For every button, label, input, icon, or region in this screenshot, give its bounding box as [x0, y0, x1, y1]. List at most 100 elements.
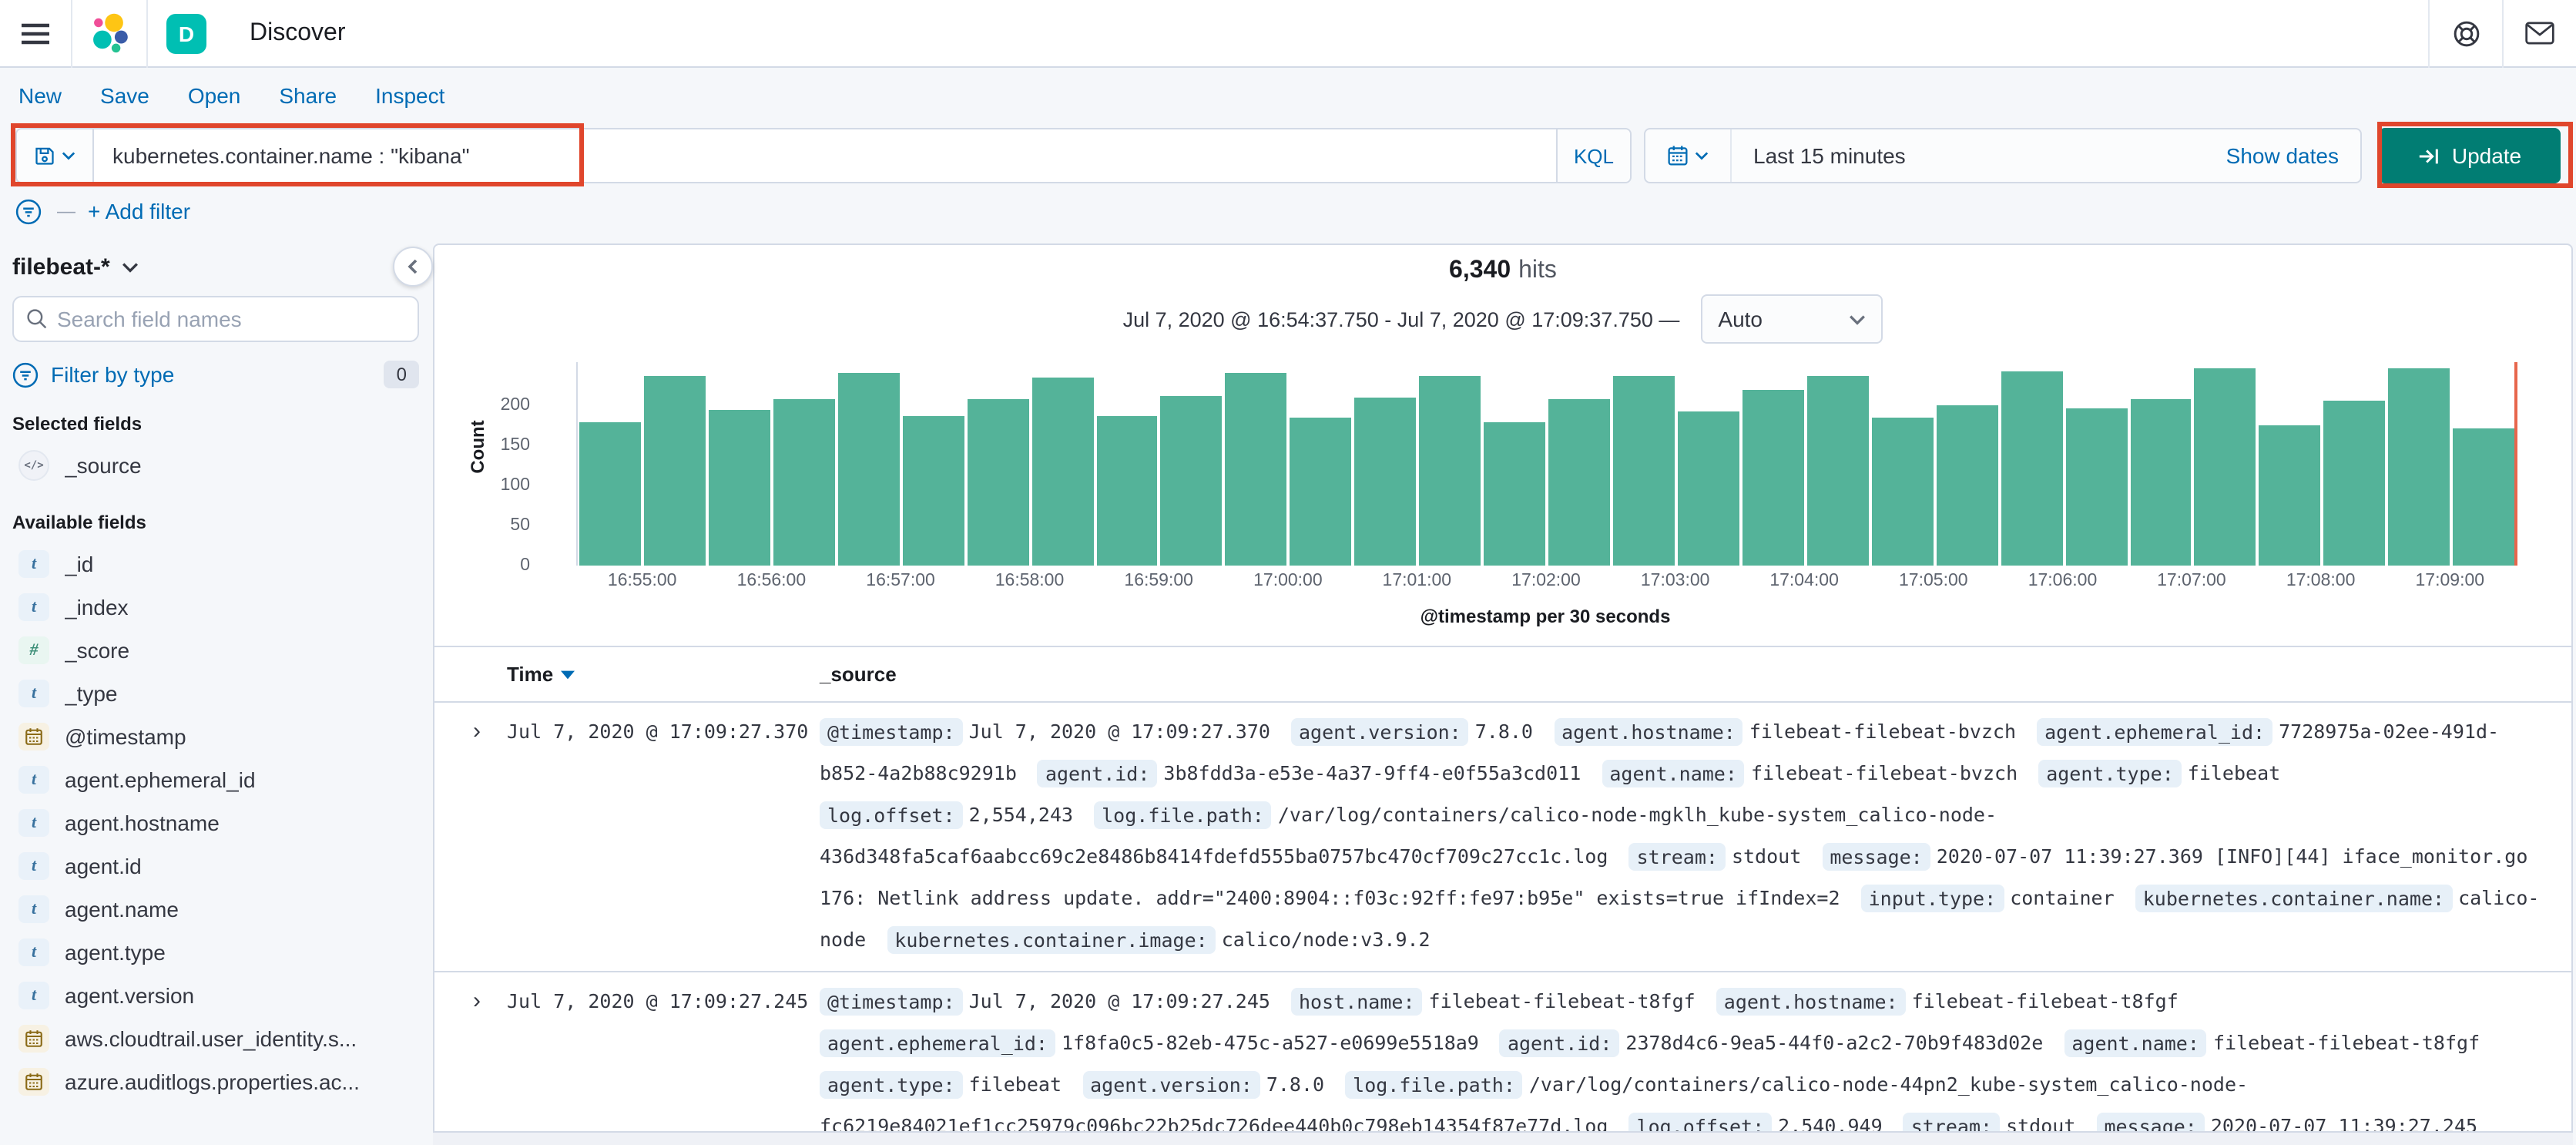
mail-icon[interactable] [2504, 0, 2576, 67]
histogram-plot-area: 16:55:00 16:56:00 16:57:00 16:58:00 16:59:00… [576, 362, 2517, 590]
histogram-bar[interactable] [1160, 396, 1223, 566]
field-key-pill[interactable]: agent.ephemeral_id: [820, 1029, 1055, 1056]
field-key-pill[interactable]: agent.id: [1499, 1029, 1620, 1056]
histogram-bar[interactable] [2323, 400, 2386, 566]
field-item[interactable]: </> _source [12, 444, 419, 487]
field-item[interactable]: t _index [12, 586, 419, 629]
field-item[interactable]: @timestamp [12, 715, 419, 758]
show-dates-button[interactable]: Show dates [2226, 143, 2360, 168]
field-item[interactable]: azure.auditlogs.properties.ac... [12, 1060, 419, 1103]
field-name: aws.cloudtrail.user_identity.s... [65, 1026, 357, 1051]
field-key-pill[interactable]: agent.type: [820, 1070, 963, 1098]
field-key-pill[interactable]: host.name: [1291, 987, 1423, 1015]
histogram-bar[interactable] [1419, 375, 1481, 566]
x-tick-label: 17:05:00 [1899, 572, 1968, 590]
field-item[interactable]: t agent.version [12, 974, 419, 1017]
elastic-logo-icon[interactable] [72, 12, 146, 54]
histogram-chart: Count 0 50 100 150 200 16:55:00 16:56:00 16:57… [434, 362, 2571, 636]
field-item[interactable]: t agent.id [12, 844, 419, 888]
field-key-pill[interactable]: agent.hostname: [1554, 717, 1743, 745]
field-item[interactable]: t agent.hostname [12, 801, 419, 844]
histogram-bar[interactable] [902, 416, 964, 566]
field-key-pill[interactable]: agent.hostname: [1716, 987, 1906, 1015]
field-key-pill[interactable]: kubernetes.container.name: [2135, 884, 2453, 912]
histogram-bar[interactable] [1677, 411, 1739, 566]
field-key-pill[interactable]: @timestamp: [820, 717, 963, 745]
field-item[interactable]: aws.cloudtrail.user_identity.s... [12, 1017, 419, 1060]
field-key-pill[interactable]: agent.ephemeral_id: [2037, 717, 2273, 745]
interval-select[interactable]: Auto [1701, 294, 1883, 344]
discover-toolbar: New Save Open Share Inspect [0, 68, 2576, 123]
histogram-bar[interactable] [1548, 398, 1610, 566]
histogram-bar[interactable] [1613, 375, 1675, 566]
histogram-bar[interactable] [1096, 416, 1158, 566]
field-key-pill[interactable]: agent.id: [1037, 759, 1158, 787]
histogram-bar[interactable] [1871, 417, 1934, 566]
field-key-pill[interactable]: message: [1822, 842, 1930, 870]
add-filter-button[interactable]: + Add filter [88, 199, 190, 223]
field-search-input[interactable] [57, 307, 405, 331]
field-item[interactable]: t agent.ephemeral_id [12, 758, 419, 801]
inspect-button[interactable]: Inspect [375, 83, 444, 108]
histogram-bar[interactable] [708, 410, 770, 566]
menu-hamburger-icon[interactable] [0, 0, 71, 67]
field-item[interactable]: t _type [12, 672, 419, 715]
filter-by-type-button[interactable]: Filter by type [51, 362, 372, 387]
help-icon[interactable] [2430, 0, 2502, 67]
histogram-bar[interactable] [643, 375, 706, 566]
histogram-bar[interactable] [1742, 389, 1804, 566]
time-column-header[interactable]: Time [507, 663, 820, 686]
field-key-pill[interactable]: @timestamp: [820, 987, 963, 1015]
field-key-pill[interactable]: log.file.path: [1345, 1070, 1523, 1098]
histogram-bar[interactable] [2130, 398, 2192, 566]
update-button[interactable]: Update [2379, 128, 2561, 183]
field-key-pill[interactable]: agent.name: [2064, 1029, 2207, 1056]
filter-icon[interactable] [15, 198, 42, 224]
field-key-pill[interactable]: kubernetes.container.image: [887, 925, 1216, 953]
histogram-bar[interactable] [2388, 368, 2450, 566]
expand-row-chevron[interactable]: › [473, 980, 507, 1143]
quick-select-menu-button[interactable] [1645, 129, 1732, 182]
field-key-pill[interactable]: log.offset: [820, 801, 963, 828]
histogram-bar[interactable] [1806, 376, 1869, 566]
y-tick-label: 200 [500, 396, 530, 415]
index-pattern-selector[interactable]: filebeat-* [12, 251, 419, 296]
histogram-bar[interactable] [837, 372, 900, 566]
field-item[interactable]: t agent.type [12, 931, 419, 974]
documents-table: Time _source › Jul 7, 2020 @ 17:09:27.37… [434, 646, 2571, 1143]
field-key-pill[interactable]: agent.type: [2038, 759, 2182, 787]
field-item[interactable]: t agent.name [12, 888, 419, 931]
histogram-bar[interactable] [1354, 398, 1417, 566]
histogram-bar[interactable] [1290, 417, 1352, 566]
histogram-bar[interactable] [773, 398, 835, 566]
histogram-bar[interactable] [579, 421, 641, 566]
field-item[interactable]: # _score [12, 629, 419, 672]
share-button[interactable]: Share [279, 83, 337, 108]
histogram-bar[interactable] [967, 398, 1029, 566]
saved-query-menu-button[interactable] [17, 129, 94, 182]
open-button[interactable]: Open [188, 83, 241, 108]
save-button[interactable]: Save [100, 83, 149, 108]
search-query-input[interactable] [94, 129, 1556, 182]
field-key-pill[interactable]: log.file.path: [1094, 801, 1272, 828]
field-key-pill[interactable]: agent.version: [1291, 717, 1469, 745]
new-button[interactable]: New [18, 83, 62, 108]
collapse-sidebar-button[interactable] [393, 247, 433, 287]
histogram-bar[interactable] [1225, 372, 1287, 566]
field-key-pill[interactable]: stream: [1628, 842, 1726, 870]
field-key-pill[interactable]: input.type: [1860, 884, 2004, 912]
field-item[interactable]: t _id [12, 542, 419, 586]
histogram-bar[interactable] [1484, 422, 1546, 566]
kql-language-button[interactable]: KQL [1556, 129, 1630, 182]
histogram-bar[interactable] [1031, 378, 1093, 566]
time-range-value[interactable]: Last 15 minutes [1732, 143, 2226, 168]
expand-row-chevron[interactable]: › [473, 710, 507, 960]
histogram-bar[interactable] [2259, 425, 2321, 566]
histogram-bar[interactable] [2065, 408, 2127, 566]
histogram-bar[interactable] [1936, 405, 1998, 566]
field-key-pill[interactable]: agent.name: [1602, 759, 1745, 787]
histogram-bar[interactable] [2194, 368, 2256, 566]
field-key-pill[interactable]: agent.version: [1082, 1070, 1260, 1098]
histogram-bar[interactable] [2453, 428, 2515, 566]
histogram-bar[interactable] [2001, 371, 2063, 566]
